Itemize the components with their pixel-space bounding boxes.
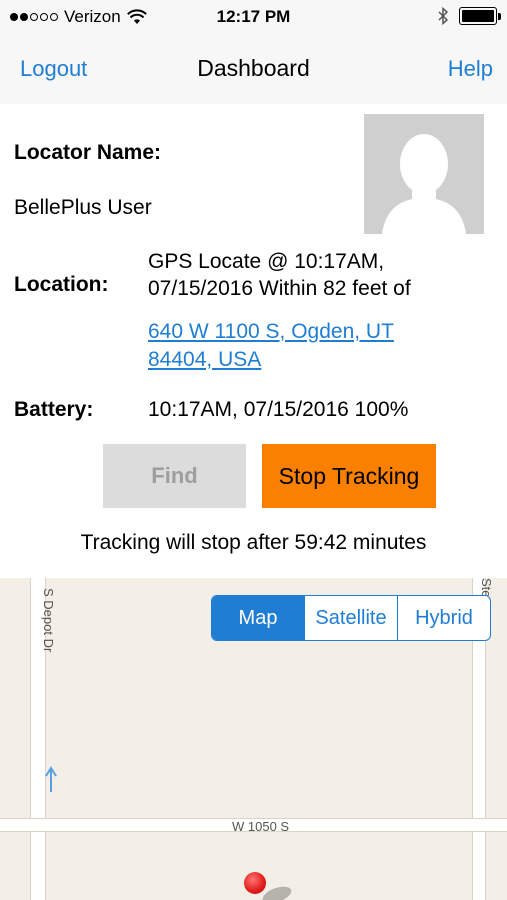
segment-map[interactable]: Map bbox=[212, 596, 304, 640]
nav-bar: Logout Dashboard Help bbox=[0, 36, 507, 104]
help-button[interactable]: Help bbox=[448, 56, 493, 82]
find-button[interactable]: Find bbox=[103, 444, 246, 508]
status-time: 12:17 PM bbox=[216, 7, 291, 26]
segment-hybrid[interactable]: Hybrid bbox=[397, 596, 490, 640]
map-pin-icon[interactable] bbox=[244, 872, 266, 894]
status-right bbox=[437, 7, 501, 25]
page-title: Dashboard bbox=[197, 55, 310, 81]
status-bar: Verizon 12:17 PM bbox=[0, 0, 507, 36]
battery-value: 10:17AM, 07/15/2016 100% bbox=[148, 398, 409, 421]
battery-icon bbox=[459, 7, 501, 25]
road-label-w1050: W 1050 S bbox=[232, 819, 290, 834]
segment-satellite[interactable]: Satellite bbox=[304, 596, 397, 640]
location-label: Location: bbox=[14, 273, 109, 296]
address-link[interactable]: 640 W 1100 S, Ogden, UT 84404, USA bbox=[148, 318, 448, 374]
locator-name-value: BellePlus User bbox=[14, 196, 152, 219]
battery-label: Battery: bbox=[14, 398, 94, 421]
map-type-segmented-control: Map Satellite Hybrid bbox=[211, 595, 491, 641]
tracking-message: Tracking will stop after 59:42 minutes bbox=[80, 531, 427, 554]
road-label-depot: S Depot Dr bbox=[41, 588, 56, 653]
avatar-placeholder-icon bbox=[382, 134, 466, 234]
locator-name-label: Locator Name: bbox=[14, 141, 162, 164]
stop-tracking-button[interactable]: Stop Tracking bbox=[262, 444, 436, 508]
direction-arrow-icon bbox=[45, 766, 57, 792]
bluetooth-icon bbox=[438, 7, 449, 25]
location-text: GPS Locate @ 10:17AM, 07/15/2016 Within … bbox=[148, 250, 411, 300]
avatar bbox=[364, 114, 484, 234]
